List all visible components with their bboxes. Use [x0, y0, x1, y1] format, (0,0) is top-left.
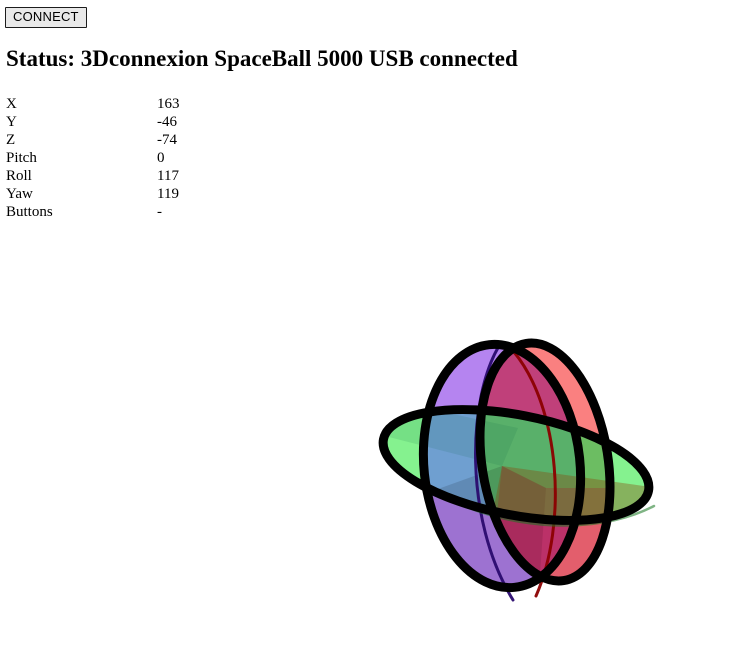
telemetry-label-roll: Roll [6, 168, 32, 184]
telemetry-label-x: X [6, 96, 17, 112]
telemetry-label-z: Z [6, 132, 16, 148]
connect-button[interactable]: CONNECT [5, 7, 87, 28]
telemetry-label-buttons: Buttons [6, 204, 53, 220]
telemetry-value-roll: 117 [157, 168, 179, 184]
table-row: Z -74 [6, 131, 247, 149]
telemetry-table-body: X 163 Y -46 Z -74 Pitch 0 Roll 117 Yaw 1… [6, 95, 247, 221]
telemetry-label-yaw: Yaw [6, 186, 33, 202]
orientation-widget[interactable] [368, 338, 668, 613]
telemetry-value-x: 163 [157, 96, 180, 112]
table-row: Buttons - [6, 203, 247, 221]
telemetry-table: X 163 Y -46 Z -74 Pitch 0 Roll 117 Yaw 1… [6, 95, 247, 221]
table-row: Roll 117 [6, 167, 247, 185]
status-heading: Status: 3Dconnexion SpaceBall 5000 USB c… [6, 46, 518, 71]
table-row: Pitch 0 [6, 149, 247, 167]
orientation-widget-canvas [373, 338, 659, 602]
telemetry-label-y: Y [6, 114, 17, 130]
table-row: Yaw 119 [6, 185, 247, 203]
telemetry-value-y: -46 [157, 114, 177, 130]
telemetry-value-buttons: - [157, 204, 162, 220]
telemetry-value-pitch: 0 [157, 150, 165, 166]
table-row: X 163 [6, 95, 247, 113]
telemetry-label-pitch: Pitch [6, 150, 37, 166]
table-row: Y -46 [6, 113, 247, 131]
telemetry-value-z: -74 [157, 132, 177, 148]
telemetry-value-yaw: 119 [157, 186, 179, 202]
